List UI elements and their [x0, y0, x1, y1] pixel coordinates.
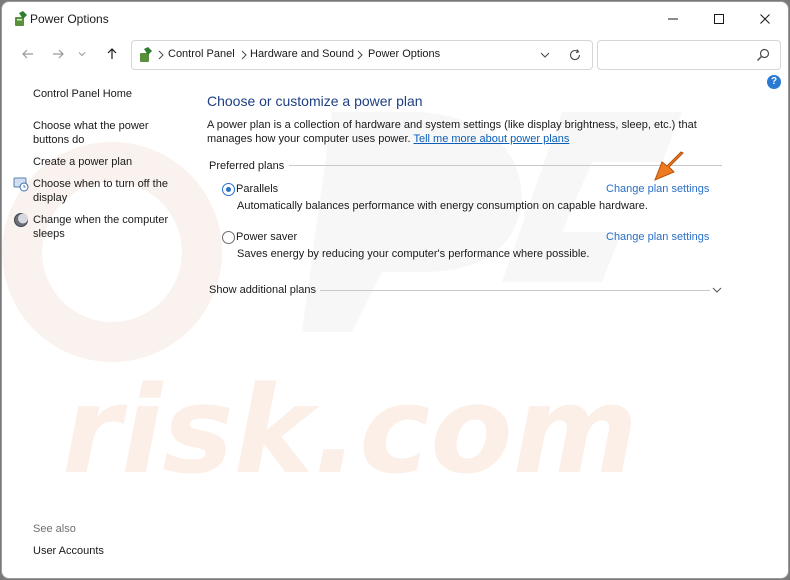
power-options-app-icon	[15, 11, 27, 26]
chevron-right-icon	[158, 50, 164, 60]
see-also-label: See also	[33, 523, 76, 535]
forward-button[interactable]	[47, 43, 69, 65]
show-additional-plans-toggle[interactable]: Show additional plans	[209, 284, 316, 296]
chevron-down-icon[interactable]	[711, 285, 723, 295]
window-title: Power Options	[30, 12, 109, 26]
sidebar-create-power-plan[interactable]: Create a power plan	[33, 155, 132, 169]
maximize-button[interactable]	[696, 2, 742, 36]
chevron-right-icon	[241, 50, 247, 60]
preferred-plans-label: Preferred plans	[209, 160, 285, 172]
sidebar-choose-power-buttons[interactable]: Choose what the power buttons do	[33, 119, 163, 147]
navigation-bar: Control Panel Hardware and Sound Power O…	[2, 36, 788, 72]
up-button[interactable]	[101, 43, 123, 65]
control-panel-icon	[140, 47, 152, 62]
address-bar[interactable]: Control Panel Hardware and Sound Power O…	[131, 40, 593, 70]
plan-desc-parallels: Automatically balances performance with …	[237, 200, 648, 212]
annotation-arrow-icon	[654, 151, 684, 181]
monitor-clock-icon	[13, 177, 29, 192]
breadcrumb-power-options[interactable]: Power Options	[368, 48, 440, 60]
change-plan-settings-power-saver[interactable]: Change plan settings	[606, 231, 709, 243]
forward-arrow-icon	[53, 49, 64, 59]
chevron-right-icon	[357, 50, 363, 60]
refresh-button[interactable]	[566, 46, 584, 64]
plan-description-text: A power plan is a collection of hardware…	[207, 118, 707, 146]
plan-radio-power-saver[interactable]	[222, 231, 235, 244]
address-history-dropdown[interactable]	[536, 47, 554, 63]
maximize-icon	[714, 14, 724, 24]
refresh-icon	[569, 49, 581, 61]
close-button[interactable]	[742, 2, 788, 36]
sidebar-control-panel-home[interactable]: Control Panel Home	[33, 87, 132, 101]
back-button[interactable]	[17, 43, 39, 65]
learn-more-link[interactable]: Tell me more about power plans	[413, 133, 569, 145]
close-icon	[760, 14, 770, 24]
minimize-icon	[668, 18, 678, 20]
search-input[interactable]	[597, 40, 781, 70]
recent-locations-button[interactable]	[74, 43, 90, 65]
chevron-down-icon	[540, 52, 550, 58]
plan-name-power-saver[interactable]: Power saver	[236, 231, 297, 243]
title-bar: Power Options	[2, 2, 788, 36]
plan-radio-parallels[interactable]	[222, 183, 235, 196]
minimize-button[interactable]	[650, 2, 696, 36]
additional-plans-divider	[320, 290, 710, 291]
plan-name-parallels[interactable]: Parallels	[236, 183, 278, 195]
moon-sleep-icon	[14, 213, 28, 227]
power-options-window: risk.com Power Options Control Panel Har…	[1, 1, 789, 579]
up-arrow-icon	[107, 48, 117, 59]
breadcrumb-hardware-and-sound[interactable]: Hardware and Sound	[250, 48, 354, 60]
back-arrow-icon	[22, 49, 33, 59]
breadcrumb-control-panel[interactable]: Control Panel	[168, 48, 235, 60]
sidebar-turn-off-display[interactable]: Choose when to turn off the display	[33, 177, 183, 205]
sidebar-user-accounts[interactable]: User Accounts	[33, 544, 104, 558]
svg-text:risk.com: risk.com	[62, 362, 638, 501]
chevron-down-icon	[78, 52, 86, 57]
page-title: Choose or customize a power plan	[207, 93, 423, 109]
help-icon[interactable]: ?	[767, 75, 781, 89]
plan-desc-power-saver: Saves energy by reducing your computer's…	[237, 248, 590, 260]
search-icon	[757, 48, 770, 61]
sidebar-computer-sleeps[interactable]: Change when the computer sleeps	[33, 213, 183, 241]
